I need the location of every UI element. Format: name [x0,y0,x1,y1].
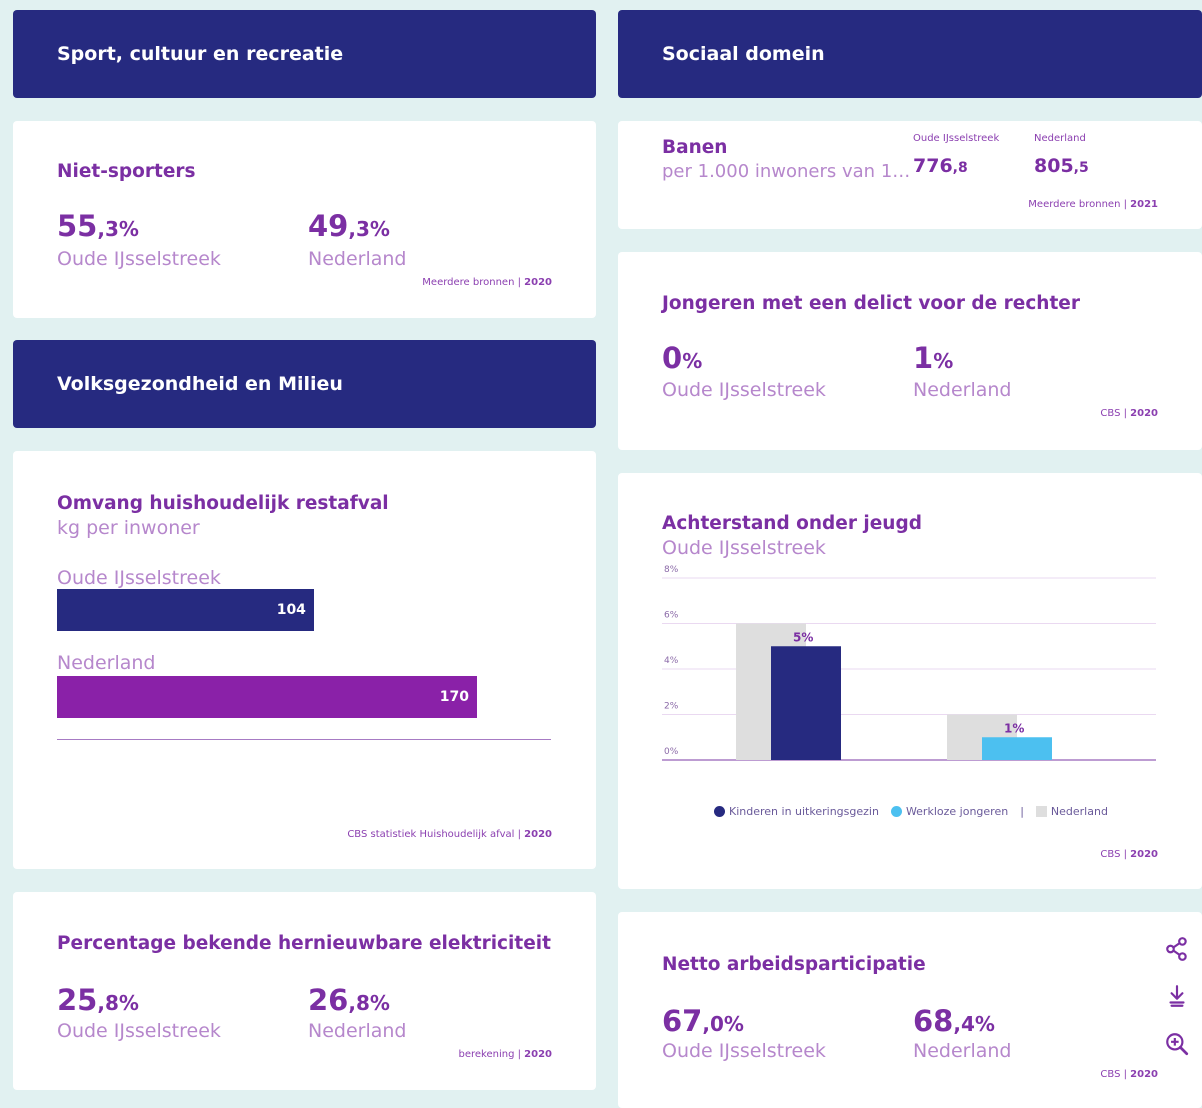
card-restafval: Omvang huishoudelijk restafval kg per in… [13,451,596,869]
legend-label-kinderen: Kinderen in uitkeringsgezin [729,805,879,818]
section-header-volksgezondheid-label: Volksgezondheid en Milieu [57,373,343,395]
baseline [57,739,551,740]
value-oude-ijsselstreek: 0% [662,341,703,375]
label-nederland: Nederland [308,248,407,270]
legend-separator: | [1020,805,1024,818]
source-note: CBS | 2020 [1100,849,1158,860]
bar-label-oude-ijsselstreek: Oude IJsselstreek [57,567,221,589]
bar-value-oude-ijsselstreek: 104 [276,602,306,618]
value-nederland: 26,8% [308,983,390,1017]
value-oude-ijsselstreek: 67,0% [662,1004,744,1038]
label-oude-ijsselstreek: Oude IJsselstreek [57,248,221,270]
card-banen: Banen per 1.000 inwoners van 1… Oude IJs… [618,121,1202,229]
value-oude-ijsselstreek: 55,3% [57,209,139,243]
section-header-volksgezondheid: Volksgezondheid en Milieu [13,340,596,428]
section-header-sport: Sport, cultuur en recreatie [13,10,596,98]
bar-nederland: 170 [57,676,477,718]
source-note: CBS statistiek Huishoudelijk afval | 202… [347,829,552,840]
card-subtitle: Oude IJsselstreek [662,537,826,559]
bar-label-nederland: Nederland [57,652,156,674]
download-icon[interactable] [1164,983,1190,1009]
bar-chart: 0% 2% 4% 6% 8% 5% 1% [662,565,1156,761]
card-title: Achterstand onder jeugd [662,513,922,534]
bar-value-nederland: 170 [439,689,469,705]
legend-label-nederland: Nederland [1050,805,1108,818]
card-title: Percentage bekende hernieuwbare elektric… [57,933,551,954]
card-niet-sporters: Niet-sporters 55,3% Oude IJsselstreek 49… [13,121,596,318]
card-hernieuwbaar: Percentage bekende hernieuwbare elektric… [13,892,596,1090]
legend-marker-kinderen [714,806,725,817]
card-title: Jongeren met een delict voor de rechter [662,293,1080,314]
label-oude-ijsselstreek: Oude IJsselstreek [662,1040,826,1062]
y-tick-label: 2% [664,702,679,712]
y-tick-label: 4% [664,656,679,666]
col-label-oude-ijsselstreek: Oude IJsselstreek [913,133,1000,144]
legend-marker-werkloze [890,806,902,817]
zoom-in-icon[interactable] [1164,1031,1190,1057]
data-label: 5% [793,630,813,644]
card-netto-arbeidsparticipatie: Netto arbeidsparticipatie 67,0% Oude IJs… [618,912,1202,1108]
bar-oude-ijsselstreek [982,737,1052,760]
label-oude-ijsselstreek: Oude IJsselstreek [662,379,826,401]
card-title: Banen [662,137,728,158]
section-header-sociaal: Sociaal domein [618,10,1202,98]
source-note: Meerdere bronnen | 2020 [422,277,552,288]
label-nederland: Nederland [913,1040,1012,1062]
source-note: CBS | 2020 [1100,1069,1158,1080]
section-header-sport-label: Sport, cultuur en recreatie [57,43,344,65]
source-note: Meerdere bronnen | 2021 [1028,199,1158,210]
legend-label-werkloze: Werkloze jongeren [905,805,1009,818]
card-subtitle: kg per inwoner [57,517,200,539]
bar-oude-ijsselstreek: 104 [57,589,314,631]
source-note: berekening | 2020 [458,1049,552,1060]
share-icon[interactable] [1164,936,1190,962]
chart-legend: Kinderen in uitkeringsgezin Werkloze jon… [714,805,1108,818]
col-label-nederland: Nederland [1034,133,1086,144]
y-tick-label: 8% [664,565,679,575]
card-title: Niet-sporters [57,161,196,182]
value-nederland: 49,3% [308,209,390,243]
y-tick-label: 6% [664,611,679,621]
value-oude-ijsselstreek: 25,8% [57,983,139,1017]
card-subtitle: per 1.000 inwoners van 1… [662,161,911,182]
label-nederland: Nederland [308,1020,407,1042]
bar-oude-ijsselstreek [771,646,841,760]
value-nederland: 68,4% [913,1004,995,1038]
source-note: CBS | 2020 [1100,408,1158,419]
label-oude-ijsselstreek: Oude IJsselstreek [57,1020,221,1042]
data-label: 1% [1004,721,1024,735]
y-tick-label: 0% [664,747,679,757]
legend-marker-nederland [1035,806,1047,817]
card-title: Omvang huishoudelijk restafval [57,493,389,514]
section-header-sociaal-label: Sociaal domein [662,43,825,65]
card-title: Netto arbeidsparticipatie [662,954,926,975]
value-nederland: 805,5 [1034,155,1089,177]
value-nederland: 1% [913,341,954,375]
label-nederland: Nederland [913,379,1012,401]
card-jongeren-delict: Jongeren met een delict voor de rechter … [618,252,1202,450]
value-oude-ijsselstreek: 776,8 [913,155,968,177]
card-achterstand-jeugd: Achterstand onder jeugd Oude IJsselstree… [618,473,1202,889]
